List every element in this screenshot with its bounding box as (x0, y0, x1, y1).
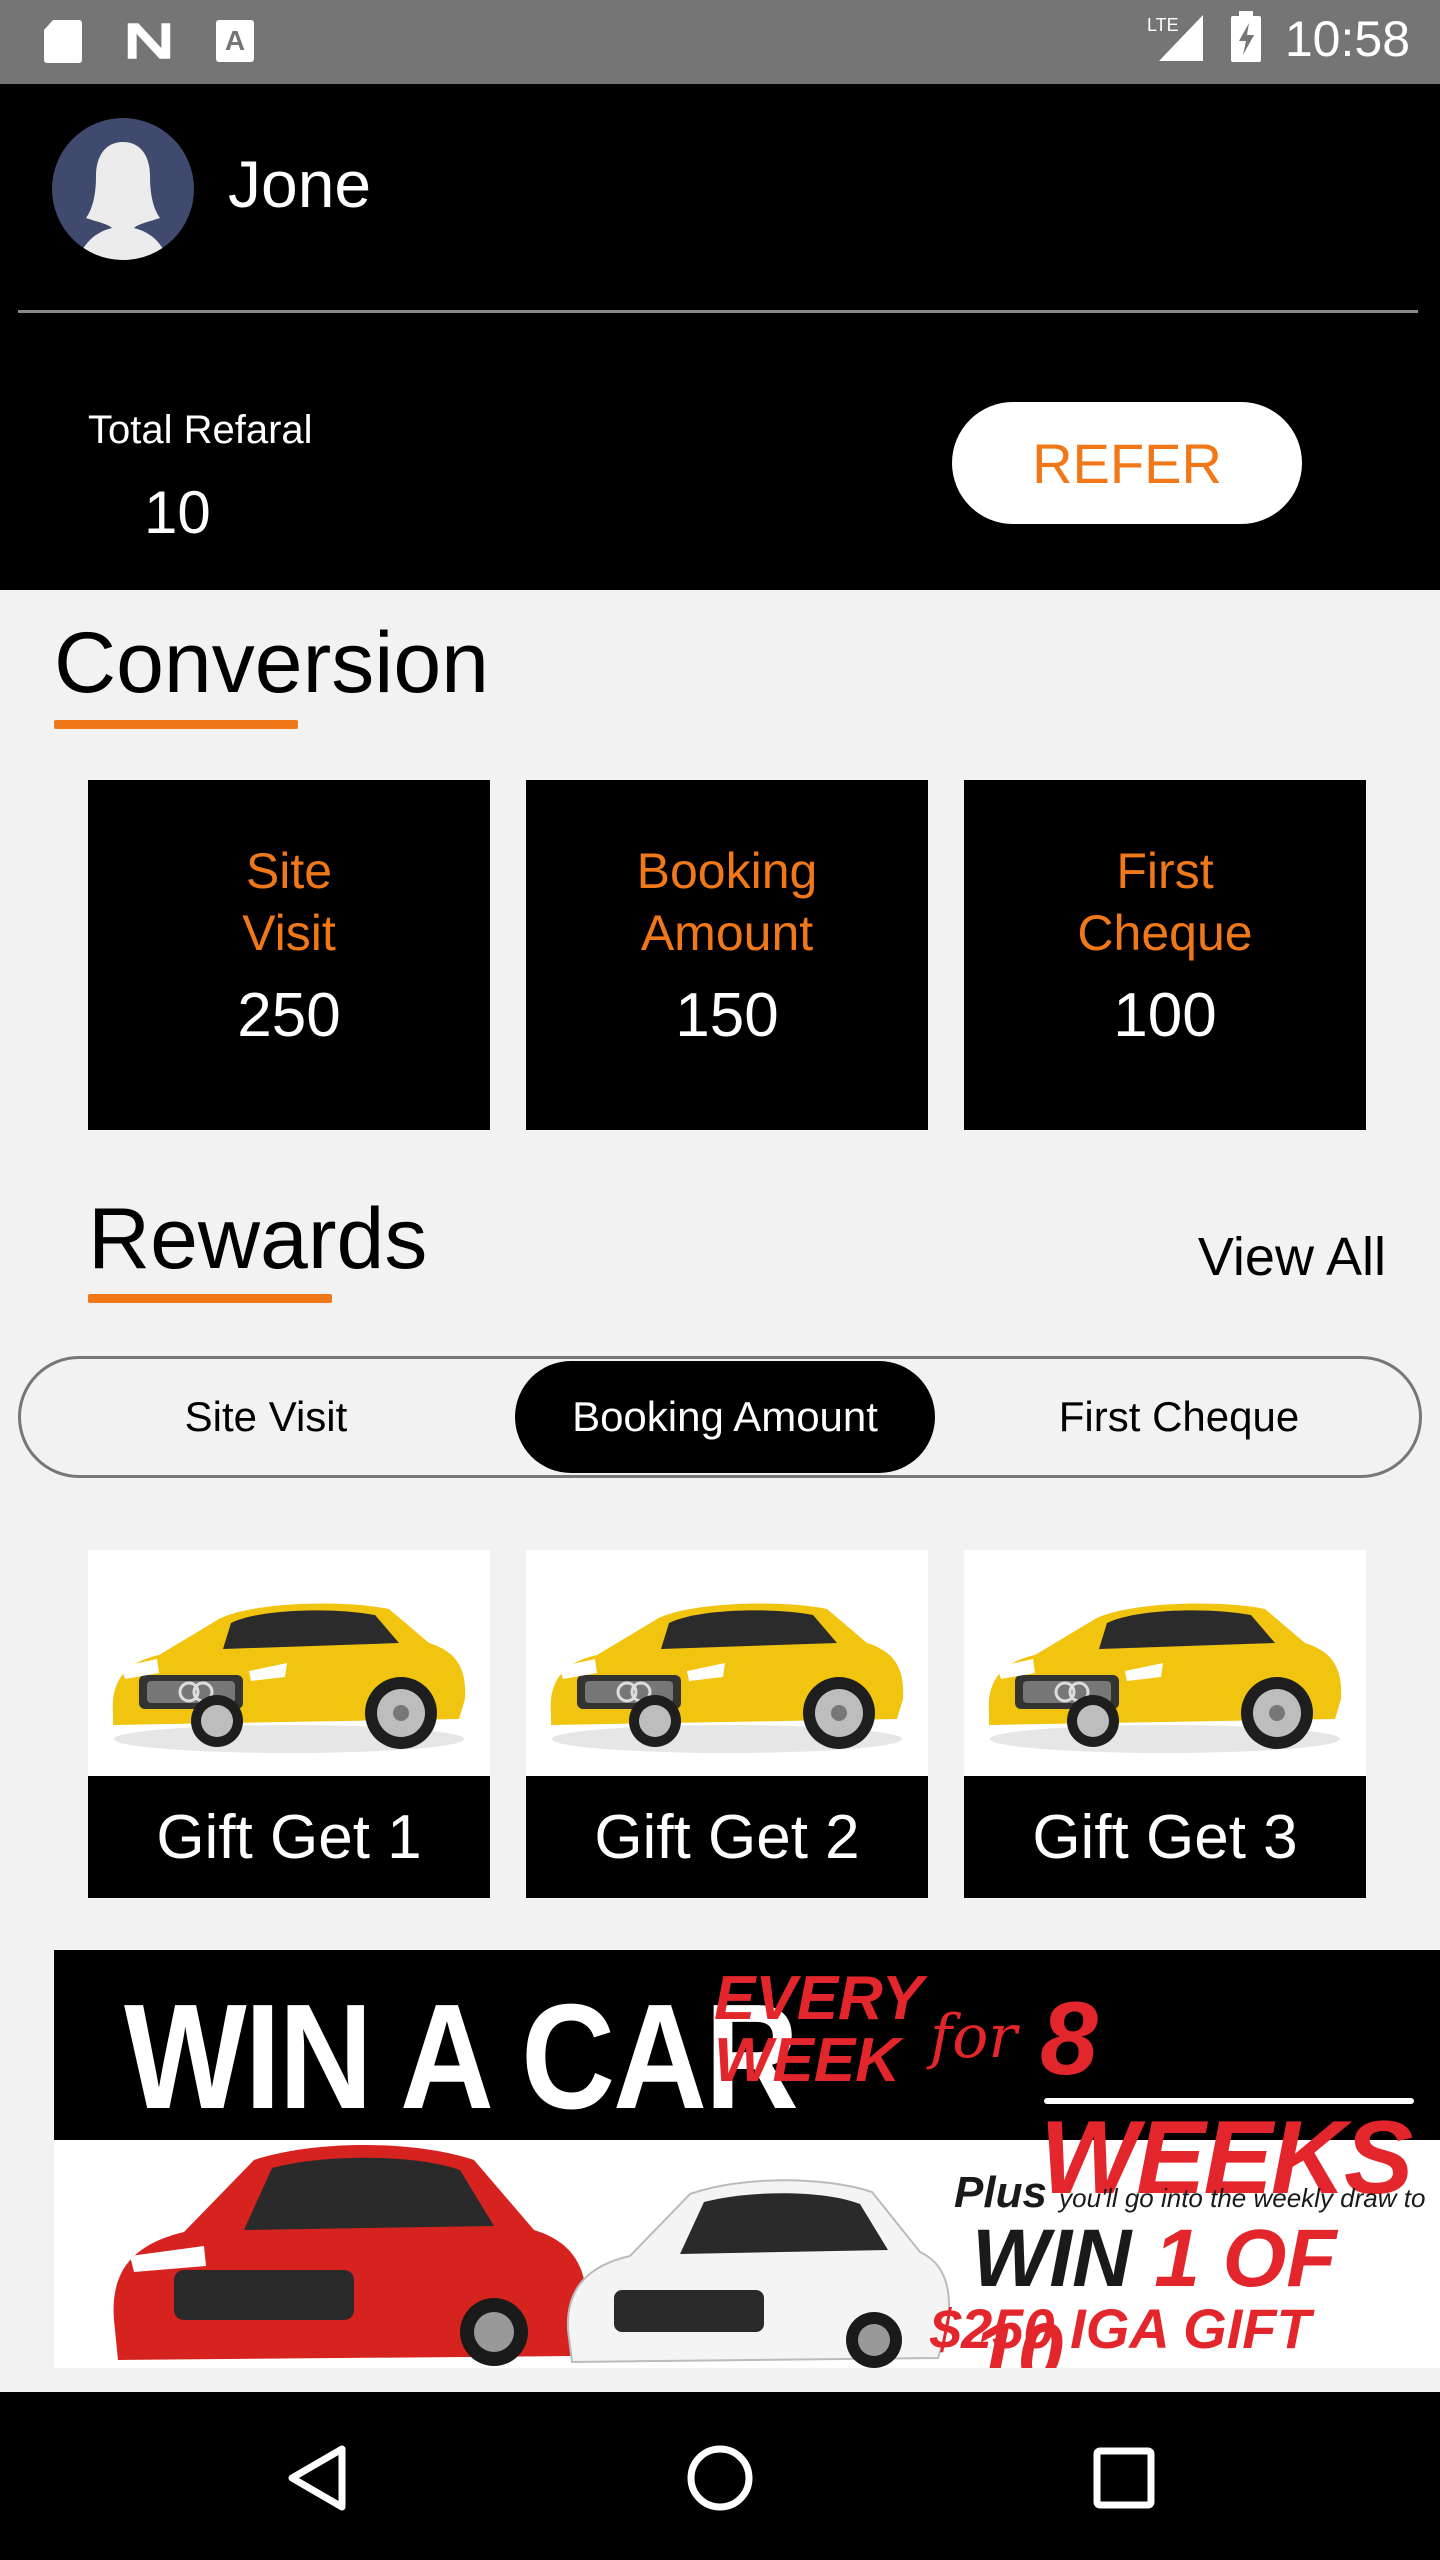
back-triangle-icon (288, 2445, 346, 2511)
back-button[interactable] (274, 2436, 358, 2520)
tab-site-visit[interactable]: Site Visit (21, 1359, 511, 1475)
conversion-card-label: Booking Amount (526, 840, 928, 964)
banner-plus-small: you'll go into the weekly draw to (1059, 2183, 1426, 2213)
user-name: Jone (228, 147, 372, 221)
gift-card-1[interactable]: Gift Get 1 (88, 1550, 490, 1898)
clock: 10:58 (1284, 11, 1410, 67)
gift-label: Gift Get 2 (526, 1776, 928, 1898)
yellow-car-icon (112, 1603, 466, 1753)
avatar[interactable] (52, 118, 194, 260)
label-line-2: Visit (242, 905, 336, 961)
yellow-car-icon (550, 1603, 904, 1753)
label-line-1: Booking (636, 843, 818, 899)
banner-gift-cards: $250 IGA GIFT CARDS (930, 2297, 1311, 2368)
conversion-card-value: 150 (675, 981, 779, 1050)
tab-booking-amount[interactable]: Booking Amount (515, 1361, 935, 1473)
n-notification-icon (126, 18, 172, 64)
gift-label: Gift Get 1 (88, 1776, 490, 1898)
home-button[interactable] (678, 2436, 762, 2520)
red-car-icon (113, 2145, 587, 2366)
gift-car-image (526, 1550, 928, 1776)
banner-every-week: EVERY WEEK (714, 1964, 922, 2095)
status-bar-notifications: A (40, 18, 258, 64)
rewards-title: Rewards (88, 1191, 428, 1287)
sd-card-icon (40, 18, 86, 64)
banner-plus: Plus you'll go into the weekly draw to (954, 2168, 1425, 2218)
rewards-tab-bar: Site Visit Booking Amount First Cheque (18, 1356, 1422, 1478)
label-line-2: Amount (640, 905, 814, 961)
banner-headline: WIN A CAR (124, 1972, 799, 2141)
total-referral-label: Total Refaral (88, 408, 313, 452)
home-circle-icon (687, 2445, 753, 2511)
gift-label: Gift Get 3 (964, 1776, 1366, 1898)
refer-button[interactable]: REFER (952, 402, 1302, 524)
view-all-link[interactable]: View All (1198, 1226, 1386, 1288)
svg-text:A: A (225, 25, 245, 56)
label-line-2: Cheque (1077, 905, 1253, 961)
network-type-label: LTE (1147, 15, 1179, 35)
battery-charging-icon (1229, 10, 1263, 68)
white-car-icon (566, 2179, 951, 2368)
conversion-card-booking-amount: Booking Amount 150 (526, 780, 928, 1130)
conversion-card-label: First Cheque (964, 840, 1366, 964)
conversion-card-label: Site Visit (88, 840, 490, 964)
gift-car-image (964, 1550, 1366, 1776)
gift-car-image (88, 1550, 490, 1776)
recents-square-icon (1093, 2447, 1155, 2509)
profile-header: Jone Total Refaral 10 REFER (0, 84, 1440, 590)
banner-plus-word: Plus (954, 2168, 1047, 2217)
system-nav-bar (0, 2392, 1440, 2560)
label-line-1: First (1116, 843, 1214, 899)
conversion-card-first-cheque: First Cheque 100 (964, 780, 1366, 1130)
banner-weeks-underline (1044, 2098, 1414, 2104)
yellow-car-icon (988, 1603, 1342, 1753)
label-line-1: Site (245, 843, 333, 899)
conversion-card-value: 250 (237, 981, 341, 1050)
conversion-title: Conversion (54, 615, 489, 711)
gift-card-2[interactable]: Gift Get 2 (526, 1550, 928, 1898)
user-silhouette-icon (78, 142, 168, 260)
header-divider (18, 310, 1418, 313)
tab-first-cheque[interactable]: First Cheque (939, 1359, 1419, 1475)
banner-win-word: WIN (972, 2213, 1132, 2304)
conversion-card-site-visit: Site Visit 250 (88, 780, 490, 1130)
conversion-underline (54, 720, 298, 729)
status-bar: A LTE 10:58 (0, 0, 1440, 84)
keyboard-a-icon: A (212, 18, 258, 64)
signal-lte-icon: LTE (1145, 11, 1207, 68)
banner-for: for (930, 2002, 1018, 2072)
promo-banner[interactable]: WIN A CAR EVERY WEEK for 8 WEEKS Plus yo… (54, 1950, 1440, 2368)
conversion-card-value: 100 (1113, 981, 1217, 1050)
total-referral-value: 10 (144, 479, 211, 546)
rewards-underline (88, 1294, 332, 1303)
gift-card-3[interactable]: Gift Get 3 (964, 1550, 1366, 1898)
recents-button[interactable] (1082, 2436, 1166, 2520)
status-bar-system: LTE 10:58 (1145, 10, 1410, 68)
